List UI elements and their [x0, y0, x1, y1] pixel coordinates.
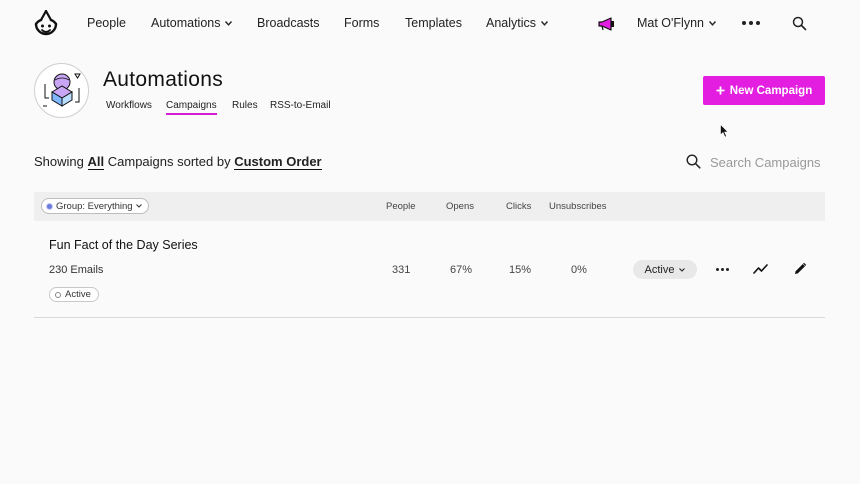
- chevron-down-icon: [709, 20, 716, 26]
- nav-forms[interactable]: Forms: [344, 16, 379, 30]
- nav-automations-label: Automations: [151, 16, 221, 30]
- mouse-cursor-icon: [720, 124, 729, 138]
- nav-analytics-label: Analytics: [486, 16, 537, 30]
- chevron-down-icon: [679, 267, 686, 272]
- status-badge: Active: [49, 287, 99, 302]
- status-dropdown[interactable]: Active: [633, 260, 697, 279]
- cell-opens: 67%: [450, 264, 473, 276]
- drip-logo-icon[interactable]: [33, 10, 59, 40]
- column-opens[interactable]: Opens: [446, 201, 474, 212]
- search-icon[interactable]: [792, 16, 807, 31]
- chevron-down-icon: [541, 20, 549, 26]
- tab-campaigns[interactable]: Campaigns: [166, 100, 217, 115]
- nav-automations[interactable]: Automations: [151, 16, 233, 30]
- chevron-down-icon: [135, 204, 142, 208]
- group-dot-icon: [46, 202, 53, 210]
- user-menu[interactable]: Mat O'Flynn: [637, 16, 716, 30]
- trend-chart-icon[interactable]: [753, 263, 768, 275]
- search-campaigns-input[interactable]: [710, 152, 828, 172]
- nav-templates[interactable]: Templates: [405, 16, 462, 30]
- sort-middle: Campaigns sorted by: [107, 154, 231, 169]
- plus-icon: [716, 86, 725, 95]
- column-people[interactable]: People: [386, 201, 416, 212]
- user-name: Mat O'Flynn: [637, 16, 704, 30]
- page-title: Automations: [103, 68, 224, 91]
- row-more-icon[interactable]: [716, 268, 729, 271]
- sort-order-dropdown[interactable]: Custom Order: [234, 154, 322, 170]
- nav-people-label: People: [87, 16, 126, 30]
- nav-templates-label: Templates: [405, 16, 462, 30]
- cell-clicks: 15%: [509, 264, 532, 276]
- sort-summary: Showing All Campaigns sorted by Custom O…: [34, 154, 322, 170]
- chevron-down-icon: [225, 20, 233, 26]
- nav-broadcasts-label: Broadcasts: [257, 16, 320, 30]
- nav-analytics[interactable]: Analytics: [486, 16, 549, 30]
- cell-people: 331: [392, 264, 411, 276]
- group-filter-dropdown[interactable]: Group: Everything: [41, 198, 149, 214]
- top-navigation: People Automations Broadcasts Forms Temp…: [0, 0, 860, 48]
- pencil-edit-icon[interactable]: [793, 262, 807, 276]
- campaign-email-count: 230 Emails: [49, 264, 104, 276]
- megaphone-icon[interactable]: [597, 16, 617, 32]
- search-icon: [686, 154, 701, 169]
- automations-illustration: [34, 63, 89, 118]
- campaign-name-link[interactable]: Fun Fact of the Day Series: [49, 238, 198, 252]
- new-campaign-label: New Campaign: [729, 84, 813, 97]
- tab-rules[interactable]: Rules: [232, 100, 258, 111]
- cell-unsubscribes: 0%: [571, 264, 587, 276]
- nav-forms-label: Forms: [344, 16, 380, 30]
- column-unsubscribes[interactable]: Unsubscribes: [549, 201, 607, 212]
- row-divider: [34, 317, 825, 318]
- new-campaign-button[interactable]: New Campaign: [703, 76, 825, 105]
- group-filter-label: Group: Everything: [56, 200, 133, 212]
- sort-prefix: Showing: [34, 154, 84, 169]
- scope-dropdown[interactable]: All: [87, 154, 105, 170]
- status-ring-icon: [55, 291, 61, 298]
- tab-rss-to-email[interactable]: RSS-to-Email: [270, 100, 331, 111]
- status-badge-label: Active: [65, 289, 91, 300]
- nav-people[interactable]: People: [87, 16, 126, 30]
- nav-broadcasts[interactable]: Broadcasts: [257, 16, 320, 30]
- automation-illustration-icon: [42, 73, 81, 107]
- table-header: Group: Everything People Opens Clicks Un…: [34, 192, 825, 221]
- more-dots-icon[interactable]: [742, 21, 760, 25]
- status-dropdown-label: Active: [644, 263, 675, 276]
- column-clicks[interactable]: Clicks: [506, 201, 531, 212]
- tab-workflows[interactable]: Workflows: [106, 100, 152, 111]
